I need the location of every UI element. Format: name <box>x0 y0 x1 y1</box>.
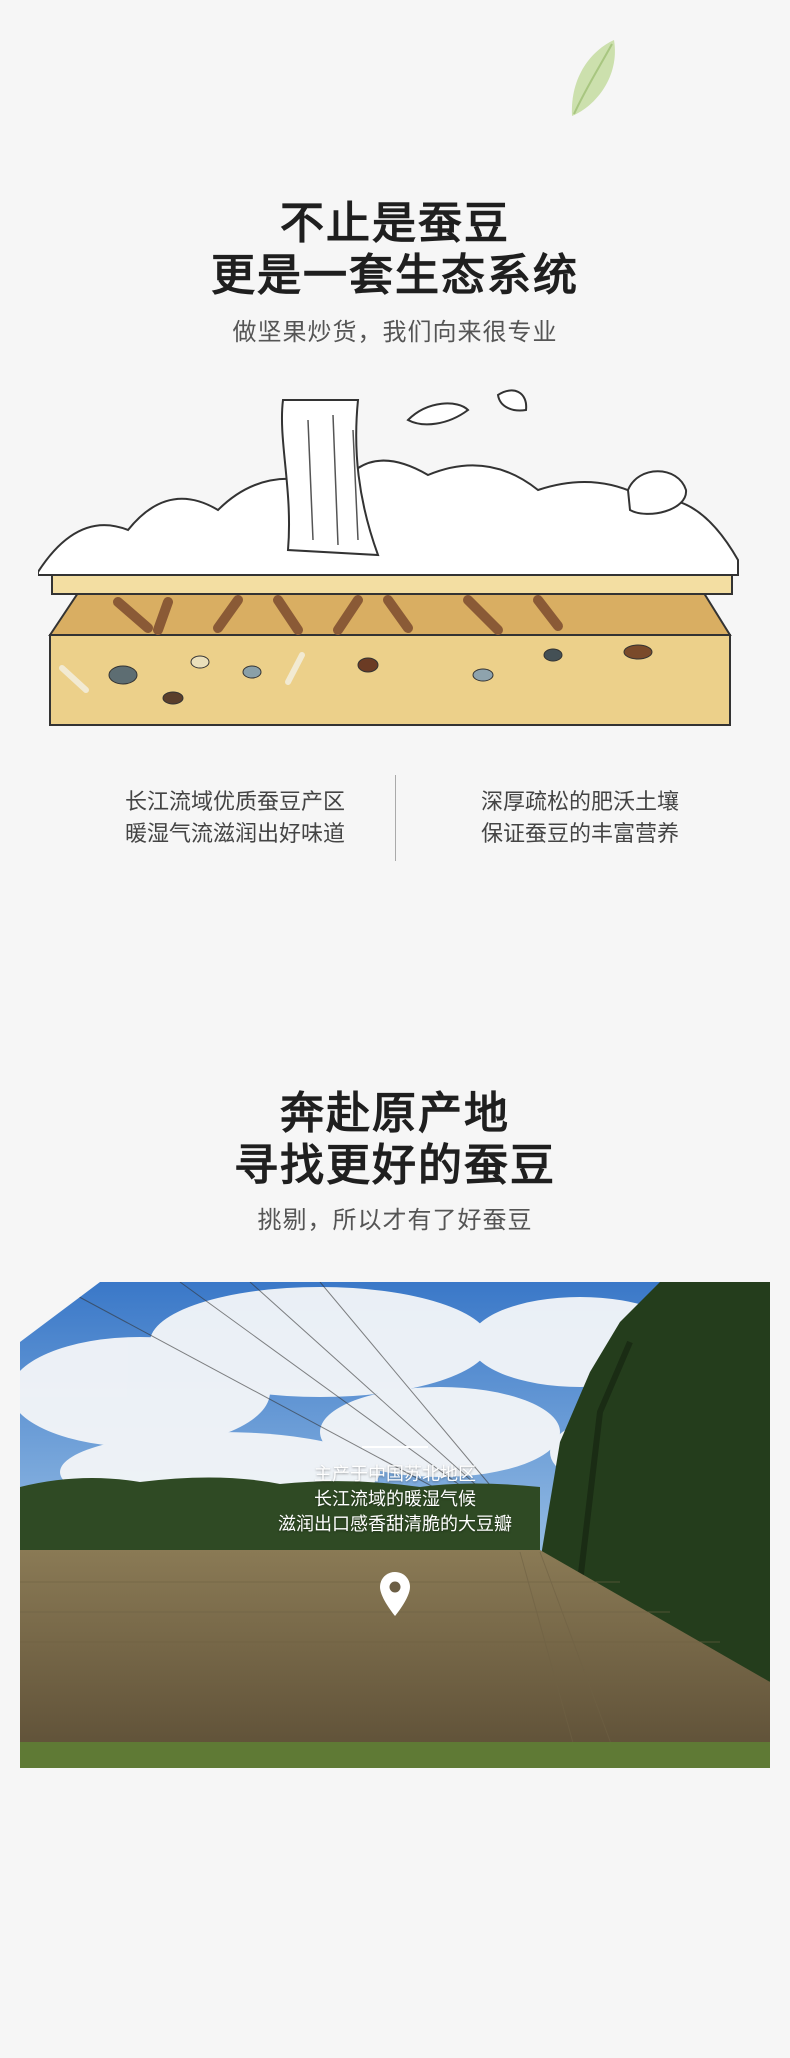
feature-left-line1: 长江流域优质蚕豆产区 <box>124 789 345 814</box>
section1-title-line2: 更是一套生态系统 <box>211 250 579 301</box>
photo-overlay-rule <box>362 1446 428 1448</box>
leaf-icon <box>571 40 615 116</box>
ecosystem-illustration <box>38 389 739 726</box>
feature-right: 深厚疏松的肥沃土壤 保证蚕豆的丰富营养 <box>430 786 730 850</box>
section2-title-line1: 奔赴原产地 <box>280 1088 510 1139</box>
photo-text-line3: 滋润出口感香甜清脆的大豆瓣 <box>278 1514 512 1534</box>
location-pin-icon <box>380 1572 410 1616</box>
section2-subtitle: 挑剔，所以才有了好蚕豆 <box>257 1207 533 1234</box>
photo-text-line2: 长江流域的暖湿气候 <box>314 1489 476 1509</box>
feature-right-line2: 保证蚕豆的丰富营养 <box>480 821 679 846</box>
photo-overlay-text: 主产于中国苏北地区 长江流域的暖湿气候 滋润出口感香甜清脆的大豆瓣 <box>20 1462 770 1537</box>
section1-subtitle: 做坚果炒货，我们向来很专业 <box>232 319 558 346</box>
feature-left-line2: 暖湿气流滋润出好味道 <box>124 821 345 846</box>
section2-title-line2: 寻找更好的蚕豆 <box>234 1140 556 1191</box>
section1-title-line1: 不止是蚕豆 <box>280 198 510 249</box>
feature-divider <box>395 775 396 861</box>
feature-right-line1: 深厚疏松的肥沃土壤 <box>480 789 679 814</box>
photo-text-line1: 主产于中国苏北地区 <box>314 1464 476 1484</box>
feature-left: 长江流域优质蚕豆产区 暖湿气流滋润出好味道 <box>85 786 385 850</box>
